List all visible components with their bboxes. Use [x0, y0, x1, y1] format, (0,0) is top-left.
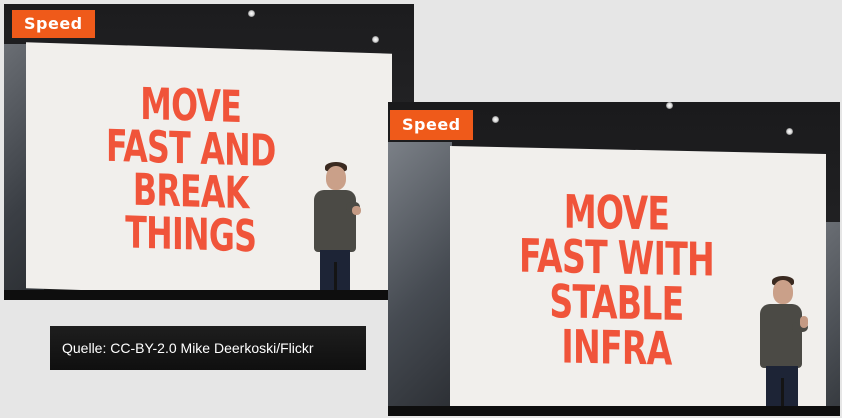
stage-photo-2: MOVE FAST WITH STABLE INFRA — [388, 102, 840, 416]
speed-tag: Speed — [390, 110, 473, 140]
speaker-figure — [308, 162, 362, 300]
source-credit-caption: Quelle: CC-BY-2.0 Mike Deerkoski/Flickr — [50, 326, 366, 370]
stage-side-panel — [826, 222, 840, 416]
speed-tag: Speed — [12, 10, 95, 38]
stage-floor — [4, 290, 414, 300]
stage-light — [786, 128, 793, 135]
speaker-figure — [756, 276, 812, 416]
slogan-text: MOVE FAST WITH STABLE INFRA — [518, 184, 713, 376]
stage-light — [248, 10, 255, 17]
slogan-line: THINGS — [125, 207, 257, 263]
slogan-line: INFRA — [560, 319, 672, 376]
slogan-text: MOVE FAST AND BREAK THINGS — [106, 79, 276, 263]
stage-floor — [388, 406, 840, 416]
stage-photo-1: MOVE FAST AND BREAK THINGS — [4, 4, 414, 300]
stage-side-panel — [388, 142, 452, 416]
stage-light — [492, 116, 499, 123]
stage-light — [372, 36, 379, 43]
stage-light — [666, 102, 673, 109]
